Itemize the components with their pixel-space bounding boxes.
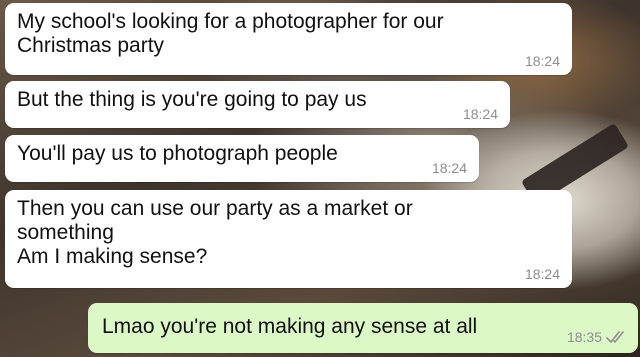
double-check-icon bbox=[606, 331, 624, 343]
message-timestamp: 18:24 bbox=[462, 106, 498, 122]
message-timestamp: 18:24 bbox=[524, 53, 560, 69]
message-text: But the thing is you're going to pay us bbox=[17, 88, 367, 111]
message-bubble-incoming[interactable]: My school's looking for a photographer f… bbox=[5, 3, 572, 75]
message-timestamp: 18:24 bbox=[431, 160, 467, 176]
message-text: Then you can use our party as a market o… bbox=[17, 197, 413, 268]
message-timestamp: 18:24 bbox=[524, 266, 560, 282]
message-text: My school's looking for a photographer f… bbox=[17, 10, 444, 57]
message-bubble-outgoing[interactable]: Lmao you're not making any sense at all … bbox=[88, 303, 638, 353]
message-text: Lmao you're not making any sense at all bbox=[102, 315, 478, 338]
message-timestamp: 18:35 bbox=[566, 329, 602, 345]
message-bubble-incoming[interactable]: Then you can use our party as a market o… bbox=[5, 190, 572, 288]
message-bubble-incoming[interactable]: You'll pay us to photograph people 18:24 bbox=[5, 135, 479, 182]
message-bubble-incoming[interactable]: But the thing is you're going to pay us … bbox=[5, 81, 510, 128]
message-text: You'll pay us to photograph people bbox=[17, 142, 338, 165]
